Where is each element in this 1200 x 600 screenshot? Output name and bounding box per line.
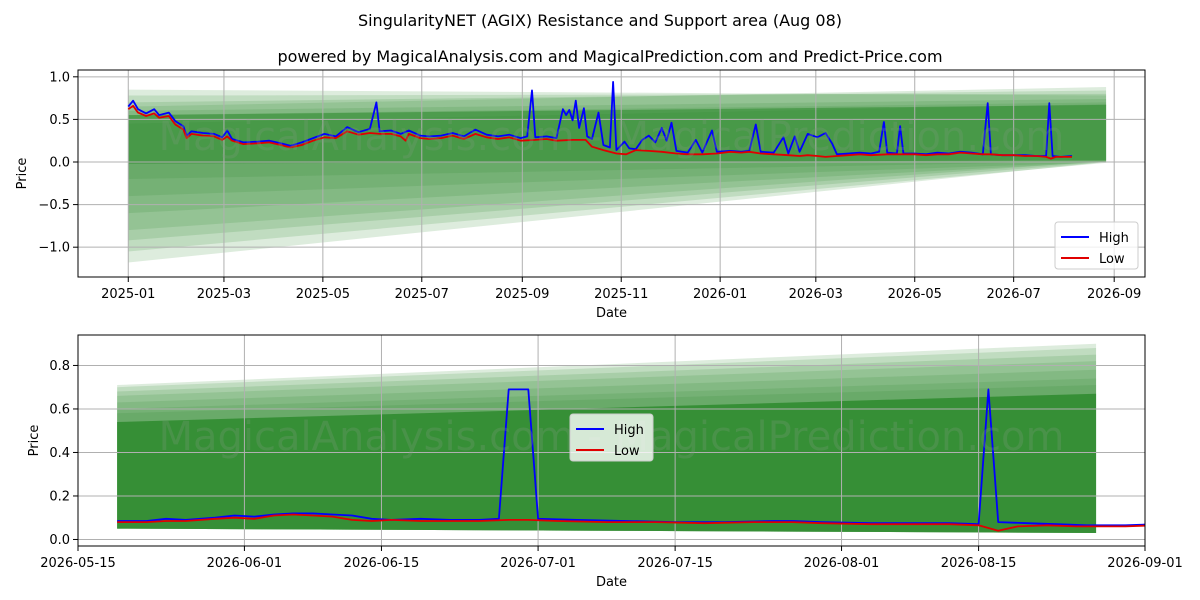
x-tick-label: 2026-07-01 — [500, 556, 576, 571]
y-tick-label: 0.0 — [49, 533, 70, 548]
y-tick-label: 0.2 — [49, 489, 70, 504]
x-tick-label: 2026-05-15 — [40, 556, 116, 571]
chart-subtitle: powered by MagicalAnalysis.com and Magic… — [277, 47, 942, 66]
x-tick-label: 2025-11 — [594, 287, 648, 302]
x-tick-label: 2026-05 — [888, 287, 942, 302]
x-tick-label: 2025-05 — [296, 287, 350, 302]
y-tick-label: −1.0 — [38, 241, 70, 256]
legend: High Low — [569, 413, 654, 462]
y-tick-label: 0.4 — [49, 446, 70, 461]
legend-label-high: High — [1099, 231, 1129, 246]
x-tick-label: 2026-08-15 — [941, 556, 1017, 571]
y-tick-label: 0.6 — [49, 402, 70, 417]
x-tick-label: 2026-09 — [1087, 287, 1141, 302]
y-tick-label: 0.5 — [49, 113, 70, 128]
x-tick-label: 2025-07 — [395, 287, 449, 302]
y-tick-label: 0.0 — [49, 156, 70, 171]
x-tick-label: 2026-03 — [789, 287, 843, 302]
watermark: MagicalAnalysis.com - MagicalPrediction.… — [159, 114, 1065, 160]
y-axis-label: Price — [15, 158, 30, 190]
y-tick-label: 1.0 — [49, 70, 70, 85]
x-tick-label: 2025-09 — [495, 287, 549, 302]
x-axis-label: Date — [596, 575, 627, 590]
x-tick-label: 2026-01 — [693, 287, 747, 302]
x-tick-label: 2026-07-15 — [637, 556, 713, 571]
chart-canvas: SingularityNET (AGIX) Resistance and Sup… — [0, 0, 1200, 600]
x-tick-label: 2026-06-01 — [207, 556, 283, 571]
y-tick-label: 0.8 — [49, 359, 70, 374]
legend-label-low: Low — [614, 444, 640, 459]
y-axis-label: Price — [27, 425, 42, 457]
chart-title: SingularityNET (AGIX) Resistance and Sup… — [358, 11, 842, 30]
x-tick-label: 2026-06-15 — [344, 556, 420, 571]
x-tick-label: 2026-08-01 — [804, 556, 880, 571]
x-tick-label: 2026-07 — [986, 287, 1040, 302]
x-tick-label: 2026-09-01 — [1107, 556, 1183, 571]
y-tick-label: −0.5 — [38, 198, 70, 213]
x-tick-label: 2025-01 — [101, 287, 155, 302]
legend-label-low: Low — [1099, 252, 1125, 267]
x-axis-label: Date — [596, 306, 627, 321]
legend-label-high: High — [614, 423, 644, 438]
x-tick-label: 2025-03 — [197, 287, 251, 302]
legend: High Low — [1054, 221, 1139, 270]
